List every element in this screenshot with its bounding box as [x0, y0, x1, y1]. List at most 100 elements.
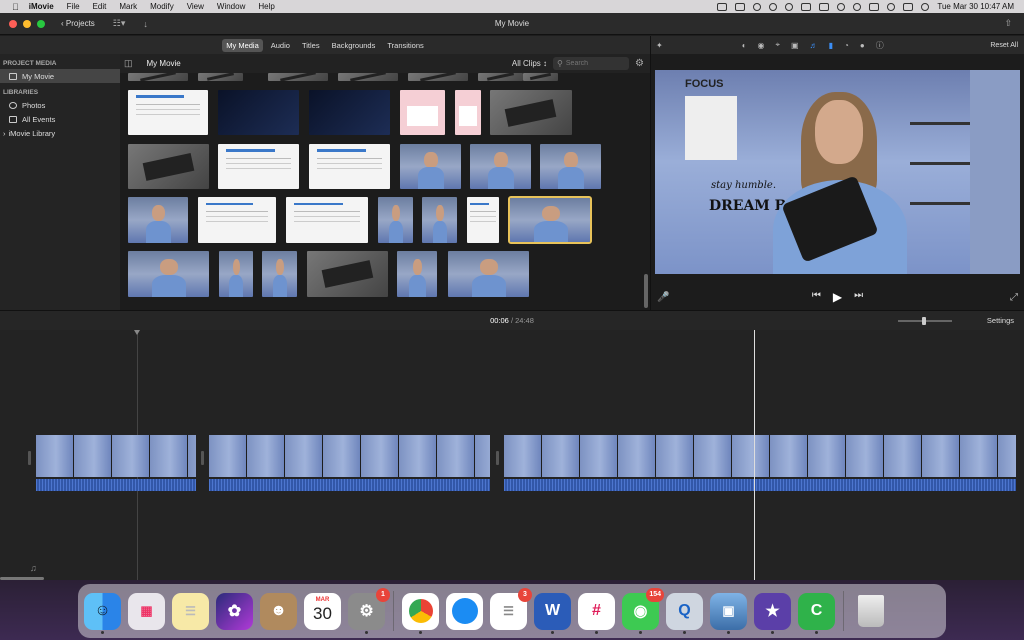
sidebar-item-photos[interactable]: Photos: [0, 98, 120, 112]
imovie-app[interactable]: ★: [754, 592, 791, 634]
close-window-button[interactable]: [9, 19, 17, 28]
import-down-arrow-icon[interactable]: ↓: [143, 19, 148, 29]
media-clip[interactable]: [218, 90, 299, 135]
timeline-settings-button[interactable]: Settings: [987, 316, 1014, 325]
menu-window[interactable]: Window: [217, 2, 245, 11]
zoom-slider-knob[interactable]: [922, 317, 926, 325]
launchpad-app[interactable]: ▦: [128, 592, 165, 630]
video-preview[interactable]: FOCUS stay humble. DREAM BIG: [655, 70, 1020, 274]
media-clip[interactable]: [219, 251, 253, 297]
search-input[interactable]: [565, 60, 626, 67]
tab-transitions[interactable]: Transitions: [383, 39, 427, 52]
preview-app[interactable]: ▣: [710, 592, 747, 634]
gear-icon[interactable]: ⚙: [635, 58, 644, 69]
media-clip[interactable]: [448, 251, 529, 297]
media-clip[interactable]: [198, 73, 243, 81]
media-clip[interactable]: [268, 73, 328, 81]
noise-filter-icon[interactable]: ●: [860, 41, 865, 50]
play-circle-icon[interactable]: [785, 2, 794, 11]
crop-icon[interactable]: ⌖: [776, 40, 781, 50]
clip-trim-handle[interactable]: [201, 435, 205, 491]
safari-app[interactable]: [446, 592, 483, 630]
camtasia-app[interactable]: C: [798, 592, 835, 634]
menu-modify[interactable]: Modify: [150, 2, 174, 11]
screen-icon[interactable]: [717, 2, 728, 11]
trash-app[interactable]: [852, 593, 889, 630]
keyboard-icon[interactable]: [869, 2, 880, 11]
timeline-clip[interactable]: [209, 435, 490, 491]
color-palette-icon[interactable]: ◉: [758, 41, 765, 50]
timeline[interactable]: ♫: [0, 330, 1024, 580]
playhead[interactable]: [754, 330, 755, 580]
menu-view[interactable]: View: [187, 2, 204, 11]
media-clip[interactable]: [128, 144, 209, 189]
media-clip[interactable]: [408, 73, 468, 81]
word-app[interactable]: W: [534, 592, 571, 634]
menu-mark[interactable]: Mark: [119, 2, 137, 11]
menu-help[interactable]: Help: [258, 2, 274, 11]
control-center-icon[interactable]: [903, 2, 914, 11]
sidebar-item-all-events[interactable]: All Events: [0, 112, 120, 126]
equalizer-icon[interactable]: ▮: [829, 41, 833, 50]
media-clip[interactable]: [400, 144, 461, 189]
info-icon[interactable]: ⓘ: [876, 40, 884, 51]
system-preferences-app[interactable]: ⚙ 1: [348, 587, 390, 634]
minimize-window-button[interactable]: [23, 19, 31, 28]
menu-app-name[interactable]: iMovie: [29, 2, 54, 11]
media-clip[interactable]: [128, 73, 188, 81]
search-spotlight-icon[interactable]: [887, 2, 896, 11]
tab-my-media[interactable]: My Media: [222, 38, 263, 52]
menu-edit[interactable]: Edit: [93, 2, 107, 11]
messages-app[interactable]: ◉ 154: [622, 587, 664, 634]
media-clip[interactable]: [309, 90, 390, 135]
calendar-app[interactable]: MAR 30: [304, 592, 341, 630]
media-clip[interactable]: [540, 144, 601, 189]
media-clip[interactable]: [455, 90, 481, 135]
media-clip[interactable]: [307, 251, 388, 297]
selected-media-clip[interactable]: [508, 196, 592, 244]
projects-button[interactable]: ‹ Projects: [61, 19, 95, 28]
camera-stabilize-icon[interactable]: ▣: [791, 41, 799, 50]
chrome-app[interactable]: [402, 592, 439, 634]
timeline-clip[interactable]: [504, 435, 1016, 491]
media-clip[interactable]: [128, 197, 188, 243]
media-clip[interactable]: [523, 73, 558, 81]
media-clip[interactable]: [400, 90, 445, 135]
bluetooth-icon[interactable]: [837, 2, 846, 11]
slack-app[interactable]: #: [578, 592, 615, 634]
reset-all-button[interactable]: Reset All: [990, 42, 1018, 49]
apple-menu-icon[interactable]: : [12, 2, 19, 12]
all-clips-dropdown[interactable]: All Clips ↕: [512, 59, 547, 68]
skip-forward-icon[interactable]: ⏭: [854, 290, 863, 304]
clip-trim-handle[interactable]: [496, 435, 500, 491]
wifi-icon[interactable]: [853, 2, 862, 11]
sidebar-item-my-movie[interactable]: My Movie: [0, 69, 120, 83]
media-clip[interactable]: [490, 90, 572, 135]
timeline-clip[interactable]: [36, 435, 196, 491]
timeline-zoom-slider[interactable]: [898, 317, 952, 325]
notes-app[interactable]: ☰: [172, 592, 209, 630]
search-field[interactable]: ⚲: [553, 57, 630, 70]
clip-trim-handle[interactable]: [28, 435, 32, 491]
media-clip[interactable]: [478, 73, 523, 81]
media-clip[interactable]: [422, 197, 457, 243]
trim-handle[interactable]: [28, 451, 31, 465]
layout-toggle-icon[interactable]: ☷▾: [113, 18, 126, 29]
siri-app[interactable]: ✿: [216, 592, 253, 630]
speed-icon[interactable]: ◔: [844, 41, 849, 50]
color-balance-icon[interactable]: ◐: [742, 41, 747, 50]
play-icon[interactable]: ▶: [833, 290, 842, 304]
browser-scrollbar[interactable]: [644, 274, 648, 308]
sidebar-toggle-icon[interactable]: ◫: [124, 58, 133, 69]
media-clip[interactable]: [470, 144, 531, 189]
skip-back-icon[interactable]: ⏮: [812, 290, 821, 304]
media-clip[interactable]: [128, 90, 208, 135]
media-clip[interactable]: [128, 251, 209, 297]
media-clip[interactable]: [218, 144, 299, 189]
media-clip[interactable]: [198, 197, 276, 243]
magic-wand-icon[interactable]: ✦: [656, 41, 663, 50]
quicktime-app[interactable]: Q: [666, 592, 703, 634]
fullscreen-window-button[interactable]: [37, 19, 45, 28]
trim-handle[interactable]: [201, 451, 204, 465]
finder-app[interactable]: ☺: [84, 592, 121, 634]
